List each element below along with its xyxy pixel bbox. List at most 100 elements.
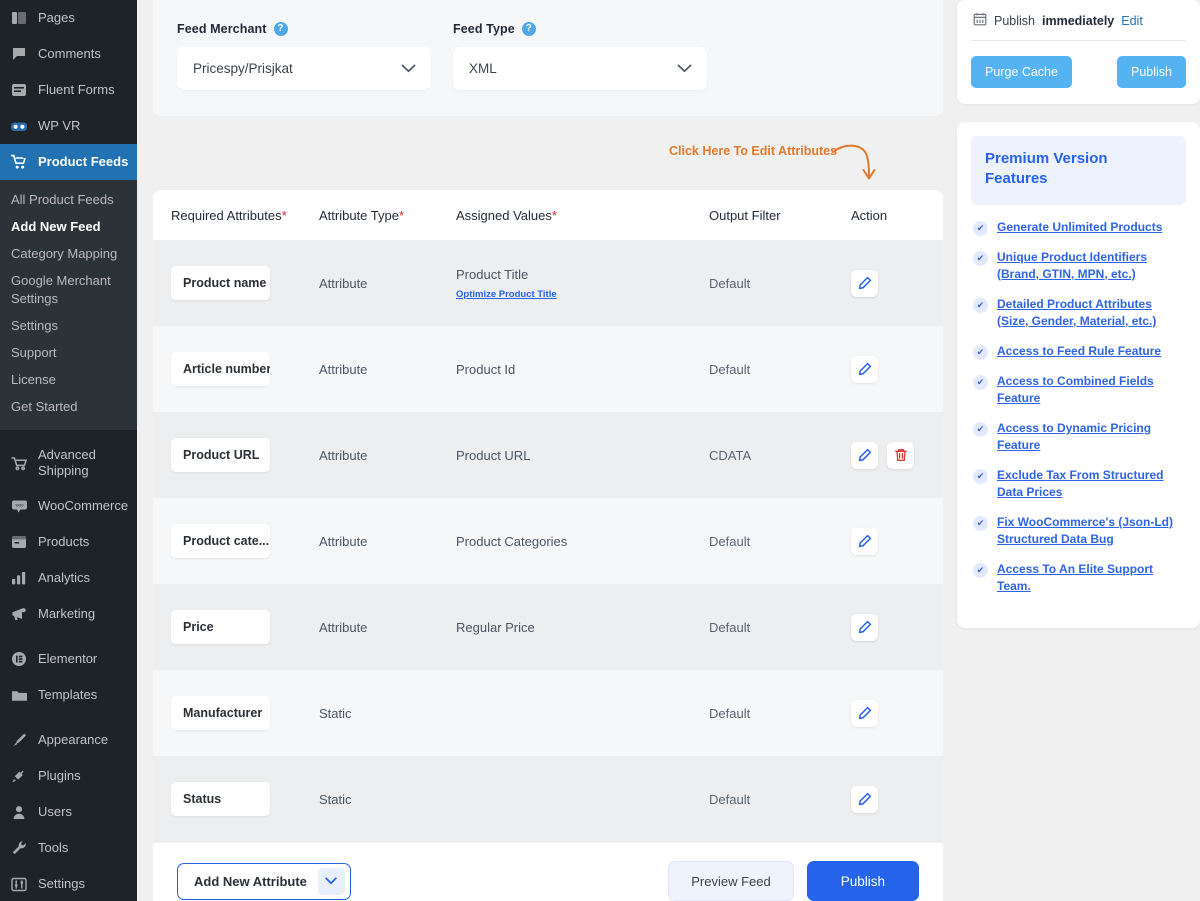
preview-feed-button[interactable]: Preview Feed xyxy=(668,861,793,901)
list-item: ✔ Exclude Tax From Structured Data Price… xyxy=(971,467,1186,514)
attribute-tag[interactable]: Price xyxy=(171,610,270,644)
publish-button[interactable]: Publish xyxy=(807,861,919,901)
edit-icon[interactable] xyxy=(851,270,878,297)
woocommerce-icon: woo xyxy=(9,496,29,516)
attribute-tag[interactable]: Manufacturer xyxy=(171,696,270,730)
sidebar-item-label: Users xyxy=(38,804,72,821)
assigned-value: Product URL xyxy=(456,448,709,463)
th-action: Action xyxy=(851,208,943,223)
table-row: Manufacturer Static Default xyxy=(153,670,943,756)
attributes-table: Required Attributes* Attribute Type* Ass… xyxy=(153,190,943,901)
submenu-get-started[interactable]: Get Started xyxy=(0,394,137,421)
users-icon xyxy=(9,802,29,822)
sidebar-item-appearance[interactable]: Appearance xyxy=(0,722,137,758)
optimize-product-title-link[interactable]: Optimize Product Title xyxy=(456,289,709,300)
premium-feature-link[interactable]: Access to Feed Rule Feature xyxy=(997,343,1161,360)
output-filter-value: Default xyxy=(709,276,851,291)
submenu-add-new-feed[interactable]: Add New Feed xyxy=(0,214,137,241)
publish-box: Publish immediately Edit Purge Cache Pub… xyxy=(957,0,1200,104)
attribute-type-value: Attribute xyxy=(319,276,456,291)
attribute-tag[interactable]: Product URL xyxy=(171,438,270,472)
chevron-down-icon[interactable] xyxy=(318,868,345,895)
required-star: * xyxy=(399,208,404,223)
sidebar-item-label: Tools xyxy=(38,840,68,857)
submenu-settings[interactable]: Settings xyxy=(0,313,137,340)
publish-sidebar-button[interactable]: Publish xyxy=(1117,56,1186,88)
table-row: Product name Attribute Product Title Opt… xyxy=(153,240,943,326)
publish-edit-link[interactable]: Edit xyxy=(1121,14,1143,28)
check-icon: ✔ xyxy=(973,251,988,266)
submenu-support[interactable]: Support xyxy=(0,340,137,367)
edit-icon[interactable] xyxy=(851,528,878,555)
add-new-attribute-button[interactable]: Add New Attribute xyxy=(177,863,351,900)
left-column: Feed Merchant ? Pricespy/Prisjkat Fe xyxy=(153,0,943,901)
submenu-category-mapping[interactable]: Category Mapping xyxy=(0,241,137,268)
question-mark-icon[interactable]: ? xyxy=(274,22,288,36)
output-filter-value: Default xyxy=(709,792,851,807)
check-icon: ✔ xyxy=(973,375,988,390)
sidebar-item-settings[interactable]: Settings xyxy=(0,866,137,901)
elementor-icon xyxy=(9,649,29,669)
output-filter-value: CDATA xyxy=(709,448,851,463)
sidebar-item-analytics[interactable]: Analytics xyxy=(0,560,137,596)
attribute-type-value: Static xyxy=(319,792,456,807)
premium-feature-link[interactable]: Fix WooCommerce's (Json-Ld) Structured D… xyxy=(997,514,1186,548)
premium-feature-link[interactable]: Detailed Product Attributes (Size, Gende… xyxy=(997,296,1186,330)
sidebar-item-comments[interactable]: Comments xyxy=(0,36,137,72)
sidebar-item-woocommerce[interactable]: woo WooCommerce xyxy=(0,488,137,524)
sidebar-item-elementor[interactable]: Elementor xyxy=(0,641,137,677)
sidebar-item-marketing[interactable]: Marketing xyxy=(0,596,137,632)
sidebar-item-label: Settings xyxy=(38,876,85,893)
sidebar-item-advanced-shipping[interactable]: Advanced Shipping xyxy=(0,439,137,489)
submenu-all-product-feeds[interactable]: All Product Feeds xyxy=(0,187,137,214)
sidebar-item-label: Products xyxy=(38,534,89,551)
check-icon: ✔ xyxy=(973,469,988,484)
edit-icon[interactable] xyxy=(851,700,878,727)
table-footer: Add New Attribute Preview Feed Publish xyxy=(153,842,943,901)
chevron-down-icon xyxy=(401,61,416,76)
feed-type-label-text: Feed Type xyxy=(453,22,515,36)
sidebar-item-users[interactable]: Users xyxy=(0,794,137,830)
sidebar-item-wp-vr[interactable]: WP VR xyxy=(0,108,137,144)
sidebar-item-tools[interactable]: Tools xyxy=(0,830,137,866)
premium-feature-link[interactable]: Access To An Elite Support Team. xyxy=(997,561,1186,595)
purge-cache-button[interactable]: Purge Cache xyxy=(971,56,1072,88)
shipping-cart-icon xyxy=(9,453,29,473)
sidebar-item-fluent-forms[interactable]: Fluent Forms xyxy=(0,72,137,108)
edit-icon[interactable] xyxy=(851,442,878,469)
attribute-tag[interactable]: Product cate... xyxy=(171,524,270,558)
feed-merchant-select[interactable]: Pricespy/Prisjkat xyxy=(177,47,431,90)
premium-feature-link[interactable]: Access to Dynamic Pricing Feature xyxy=(997,420,1186,454)
sidebar-item-pages[interactable]: Pages xyxy=(0,0,137,36)
required-star: * xyxy=(552,208,557,223)
table-row: Article number Attribute Product Id Defa… xyxy=(153,326,943,412)
attribute-tag[interactable]: Article number xyxy=(171,352,270,386)
premium-feature-link[interactable]: Exclude Tax From Structured Data Prices xyxy=(997,467,1186,501)
question-mark-icon[interactable]: ? xyxy=(522,22,536,36)
edit-icon[interactable] xyxy=(851,356,878,383)
sidebar-item-label: WP VR xyxy=(38,118,80,135)
table-row: Status Static Default xyxy=(153,756,943,842)
submenu-license[interactable]: License xyxy=(0,367,137,394)
attribute-tag[interactable]: Status xyxy=(171,782,270,816)
sidebar-item-templates[interactable]: Templates xyxy=(0,677,137,713)
feed-type-select[interactable]: XML xyxy=(453,47,707,90)
premium-feature-link[interactable]: Generate Unlimited Products xyxy=(997,219,1162,236)
edit-icon[interactable] xyxy=(851,786,878,813)
delete-icon[interactable] xyxy=(887,442,914,469)
attribute-tag[interactable]: Product name xyxy=(171,266,270,300)
sidebar-item-plugins[interactable]: Plugins xyxy=(0,758,137,794)
sidebar-item-product-feeds[interactable]: Product Feeds xyxy=(0,144,137,180)
premium-feature-link[interactable]: Unique Product Identifiers (Brand, GTIN,… xyxy=(997,249,1186,283)
submenu-google-merchant-settings[interactable]: Google Merchant Settings xyxy=(0,268,137,314)
premium-feature-link[interactable]: Access to Combined Fields Feature xyxy=(997,373,1186,407)
edit-icon[interactable] xyxy=(851,614,878,641)
premium-features-card: Premium Version Features ✔ Generate Unli… xyxy=(957,122,1200,628)
publish-when: immediately xyxy=(1042,14,1114,28)
add-new-attribute-label: Add New Attribute xyxy=(178,874,318,889)
th-assigned-values: Assigned Values* xyxy=(456,208,709,223)
sidebar-item-products[interactable]: Products xyxy=(0,524,137,560)
svg-text:woo: woo xyxy=(15,503,24,508)
templates-folder-icon xyxy=(9,685,29,705)
list-item: ✔ Access to Combined Fields Feature xyxy=(971,373,1186,420)
